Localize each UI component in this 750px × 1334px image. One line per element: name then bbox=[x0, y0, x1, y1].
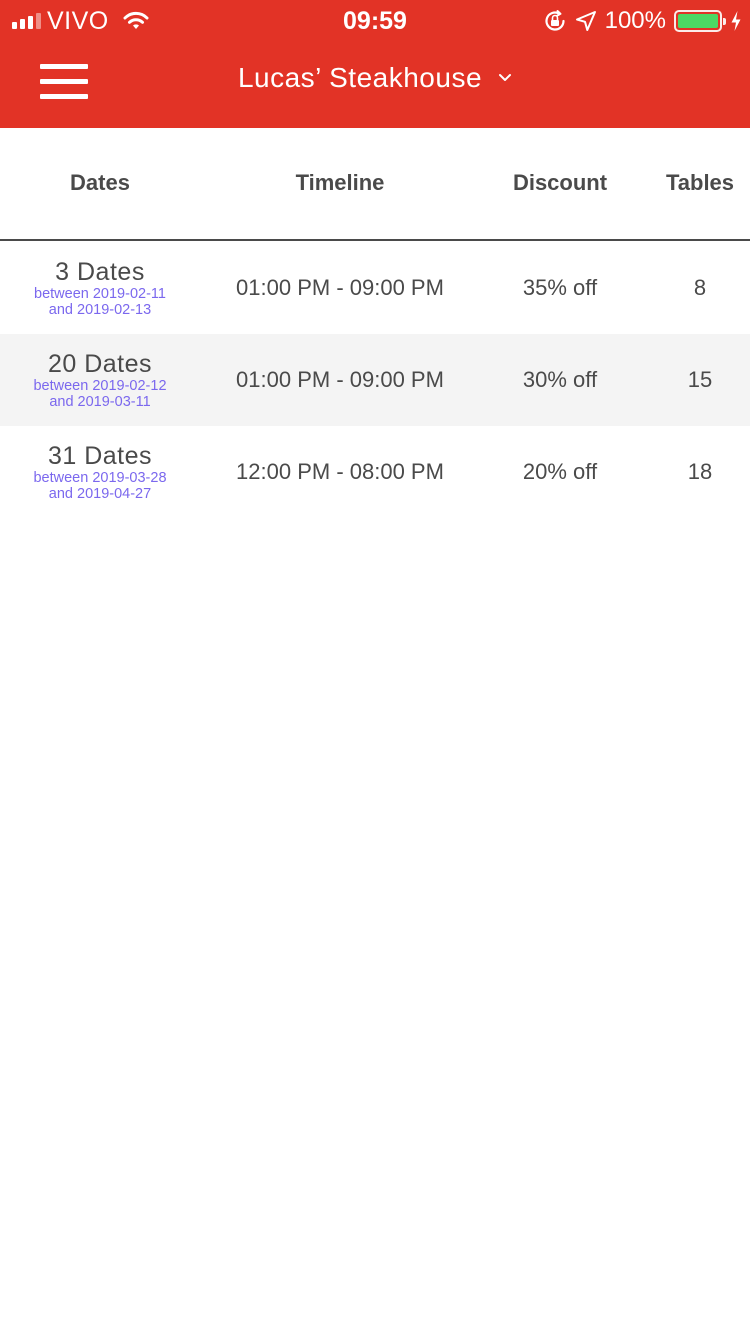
date-range-end: and 2019-03-11 bbox=[49, 394, 151, 410]
dates-cell: 20 Dates between 2019-02-12 and 2019-03-… bbox=[0, 350, 200, 410]
table-row[interactable]: 31 Dates between 2019-03-28 and 2019-04-… bbox=[0, 426, 750, 518]
dates-count: 20 Dates bbox=[47, 350, 153, 378]
timeline-cell: 12:00 PM - 08:00 PM bbox=[236, 459, 444, 484]
discount-cell: 30% off bbox=[522, 367, 598, 392]
orientation-lock-icon bbox=[545, 10, 565, 31]
restaurant-name: Lucas’ Steakhouse bbox=[237, 62, 483, 93]
table-row[interactable]: 20 Dates between 2019-02-12 and 2019-03-… bbox=[0, 334, 750, 426]
timeline-cell: 01:00 PM - 09:00 PM bbox=[236, 275, 444, 300]
discount-cell: 20% off bbox=[522, 459, 598, 484]
column-header-timeline: Timeline bbox=[295, 170, 385, 195]
tables-cell: 8 bbox=[693, 275, 707, 300]
discount-cell: 35% off bbox=[522, 275, 598, 300]
timeline-cell: 01:00 PM - 09:00 PM bbox=[236, 367, 444, 392]
tables-cell: 18 bbox=[687, 459, 713, 484]
dates-cell: 31 Dates between 2019-03-28 and 2019-04-… bbox=[0, 442, 200, 502]
charging-icon bbox=[731, 11, 741, 31]
date-range-end: and 2019-02-13 bbox=[48, 302, 152, 318]
status-bar: VIVO 09:59 100% bbox=[0, 0, 750, 40]
status-right: 100% bbox=[543, 6, 742, 36]
dates-count: 3 Dates bbox=[55, 258, 145, 286]
date-range-end: and 2019-04-27 bbox=[48, 486, 152, 502]
app-header: VIVO 09:59 100% Lucas’ Steakhouse bbox=[0, 0, 750, 128]
navigation-bar: Lucas’ Steakhouse bbox=[0, 40, 750, 128]
date-range-start: between 2019-02-12 bbox=[33, 378, 167, 394]
column-header-dates: Dates bbox=[70, 170, 130, 195]
table-header: Dates Timeline Discount Tables bbox=[0, 128, 750, 241]
battery-percentage: 100% bbox=[604, 7, 666, 34]
chevron-down-icon bbox=[499, 74, 512, 81]
date-range-start: between 2019-03-28 bbox=[33, 470, 167, 486]
table-row[interactable]: 3 Dates between 2019-02-11 and 2019-02-1… bbox=[0, 242, 750, 334]
column-header-discount: Discount bbox=[512, 170, 608, 195]
tables-cell: 15 bbox=[687, 367, 713, 392]
restaurant-selector[interactable]: Lucas’ Steakhouse bbox=[0, 62, 750, 94]
date-range-start: between 2019-02-11 bbox=[34, 286, 166, 302]
battery-icon bbox=[674, 10, 726, 32]
dates-cell: 3 Dates between 2019-02-11 and 2019-02-1… bbox=[0, 258, 200, 318]
column-header-tables: Tables bbox=[665, 170, 735, 195]
dates-count: 31 Dates bbox=[47, 442, 153, 470]
location-icon bbox=[575, 11, 596, 31]
